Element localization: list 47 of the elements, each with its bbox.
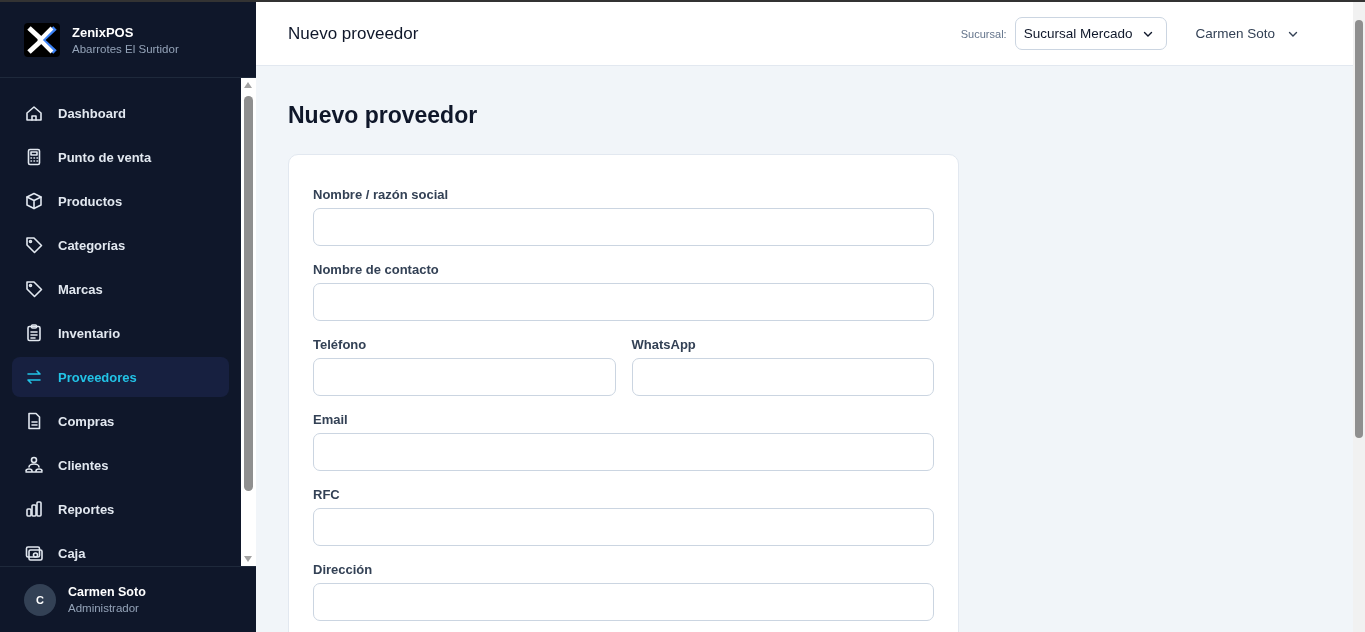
scrollbar[interactable] [241, 78, 256, 566]
nav-item[interactable]: Reportes [12, 489, 229, 529]
cash-icon [24, 543, 44, 563]
nav-item[interactable]: Clientes [12, 445, 229, 485]
field-label: Nombre de contacto [313, 262, 440, 277]
user-avatar: C [24, 583, 56, 616]
brand-name: ZenixPOS [72, 24, 135, 40]
home-icon [24, 103, 44, 123]
branch-dropdown[interactable]: Sucursal Mercado [1014, 17, 1168, 50]
header-title: Nuevo proveedor [288, 23, 419, 44]
field-label: Teléfono [313, 337, 368, 352]
field-label: Dirección [313, 562, 374, 577]
input-field[interactable] [631, 358, 934, 396]
page-scrollbar[interactable] [1353, 2, 1365, 632]
branch-label: Sucursal: [960, 27, 1007, 40]
nav-item[interactable]: Productos [12, 181, 229, 221]
user-role: Administrador [68, 602, 140, 614]
nav-item[interactable]: Proveedores [12, 357, 229, 397]
nav-item[interactable]: Inventario [12, 313, 229, 353]
input-field[interactable] [313, 433, 934, 471]
input-field[interactable] [313, 583, 934, 621]
swap-arrows-icon [24, 367, 44, 387]
field-label: Email [313, 412, 349, 427]
nav-item[interactable]: Compras [12, 401, 229, 441]
field-label: WhatsApp [631, 337, 697, 352]
input-field[interactable] [313, 358, 616, 396]
bar-chart-icon [24, 499, 44, 519]
store-name: Abarrotes El Surtidor [72, 42, 179, 55]
clipboard-icon [24, 323, 44, 343]
page-title: Nuevo proveedor [288, 102, 479, 129]
box-icon [24, 191, 44, 211]
logo-icon [24, 22, 60, 57]
user-name: Carmen Soto [68, 585, 146, 599]
field-label: Nombre / razón social [313, 187, 450, 202]
field-label: RFC [313, 487, 341, 502]
tag-icon [24, 279, 44, 299]
people-icon [24, 455, 44, 475]
input-field[interactable] [313, 283, 934, 321]
nav-item[interactable]: Categorías [12, 225, 229, 265]
input-field[interactable] [313, 208, 934, 246]
input-field[interactable] [313, 508, 934, 546]
user-menu[interactable]: Carmen Soto [1189, 25, 1305, 42]
nav-item[interactable]: Caja [12, 533, 229, 566]
nav-item[interactable]: Marcas [12, 269, 229, 309]
nav-item[interactable]: Punto de venta [12, 137, 229, 177]
nav-item[interactable]: Dashboard [12, 93, 229, 133]
tag-icon [24, 235, 44, 255]
